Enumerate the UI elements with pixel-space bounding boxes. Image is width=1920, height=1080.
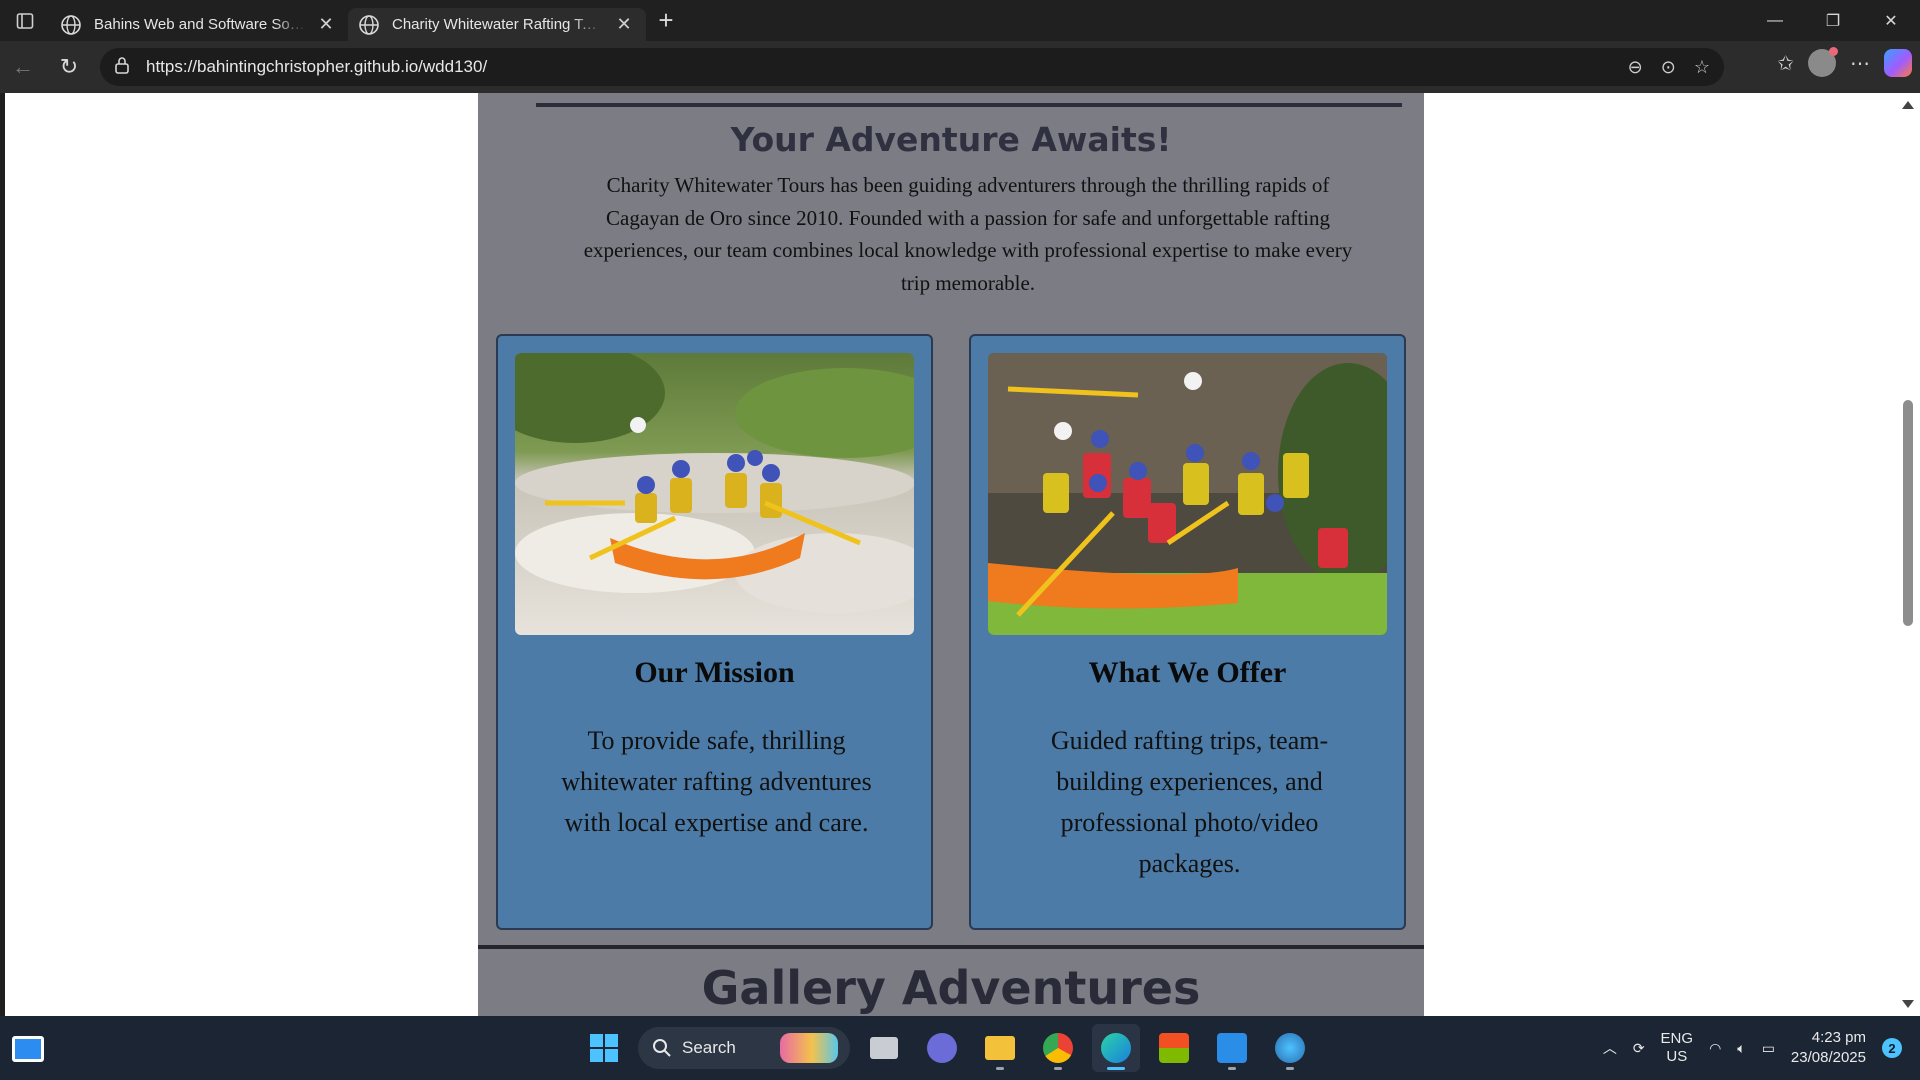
clock[interactable]: 4:23 pm 23/08/2025 <box>1791 1028 1866 1068</box>
back-arrow-icon[interactable]: ← <box>0 47 46 87</box>
tab-title: Bahins Web and Software Solutions <box>94 16 306 33</box>
card-mission: Our Mission To provide safe, thrilling w… <box>496 334 933 930</box>
language-indicator[interactable]: ENG US <box>1661 1030 1694 1066</box>
close-icon[interactable]: ✕ <box>314 13 338 37</box>
battery-icon[interactable]: ▭ <box>1762 1040 1775 1057</box>
tab-title: Charity Whitewater Rafting Tours <box>392 16 604 33</box>
microsoft-store-icon[interactable] <box>1150 1024 1198 1072</box>
search-highlight-icon <box>780 1033 838 1063</box>
wifi-icon[interactable]: ◠ <box>1709 1040 1721 1057</box>
profile-avatar[interactable] <box>1808 47 1838 77</box>
meet-chat-icon[interactable] <box>918 1024 966 1072</box>
page-scrollbar[interactable] <box>1896 93 1920 1016</box>
sync-icon[interactable]: ⟳ <box>1633 1040 1645 1057</box>
url-text[interactable]: https://bahintingchristopher.github.io/w… <box>146 57 1628 77</box>
new-tab-button[interactable]: + <box>646 0 686 41</box>
taskbar-search[interactable]: Search <box>638 1027 850 1069</box>
minimize-icon[interactable]: — <box>1746 0 1804 41</box>
globe-icon <box>61 14 81 35</box>
widgets-icon[interactable] <box>12 1036 44 1062</box>
card-title: Our Mission <box>634 656 795 689</box>
file-explorer-icon[interactable] <box>976 1024 1024 1072</box>
section-title: Your Adventure Awaits! <box>730 120 1172 159</box>
vscode-icon[interactable] <box>1208 1024 1256 1072</box>
card-offer: What We Offer Guided rafting trips, team… <box>969 334 1406 930</box>
divider <box>478 945 1424 949</box>
divider <box>536 103 1402 107</box>
reload-icon[interactable]: ↻ <box>46 47 92 87</box>
card-title: What We Offer <box>1088 656 1287 689</box>
tab-charity-whitewater[interactable]: Charity Whitewater Rafting Tours ✕ <box>348 8 646 41</box>
page-viewport: Your Adventure Awaits! Charity Whitewate… <box>5 93 1896 1016</box>
scroll-down-arrow-icon[interactable] <box>1902 1000 1914 1008</box>
chrome-icon[interactable] <box>1034 1024 1082 1072</box>
reading-view-icon[interactable]: ⊙ <box>1661 57 1676 78</box>
edge-icon[interactable] <box>1092 1024 1140 1072</box>
windows-taskbar: Search ︿ ⟳ ENG US ◠ 🔈︎ ▭ 4:23 pm 23/08/2… <box>0 1016 1920 1080</box>
globe-icon <box>359 14 379 35</box>
card-text: To provide safe, thrilling whitewater ra… <box>561 726 872 837</box>
globe-app-icon[interactable] <box>1266 1024 1314 1072</box>
url-bar[interactable]: https://bahintingchristopher.github.io/w… <box>100 48 1724 86</box>
close-window-icon[interactable]: ✕ <box>1862 0 1920 41</box>
content-container: Your Adventure Awaits! Charity Whitewate… <box>478 93 1424 1016</box>
rafting-photo <box>515 353 914 635</box>
scroll-thumb[interactable] <box>1903 400 1913 626</box>
intro-paragraph: Charity Whitewater Tours has been guidin… <box>583 173 1353 295</box>
browser-address-bar: ← ↻ https://bahintingchristopher.github.… <box>0 41 1920 93</box>
lock-icon[interactable] <box>114 56 134 79</box>
gallery-section-title: Gallery Adventures <box>701 961 1201 1015</box>
team-photo <box>988 353 1387 635</box>
search-label: Search <box>682 1038 736 1057</box>
scroll-up-arrow-icon[interactable] <box>1902 101 1914 109</box>
favorites-icon[interactable]: ✩ <box>1777 51 1794 76</box>
tab-actions-icon[interactable] <box>0 0 50 41</box>
copilot-icon[interactable] <box>1884 49 1912 77</box>
notification-badge[interactable]: 2 <box>1882 1038 1902 1058</box>
browser-tab-bar: Bahins Web and Software Solutions ✕ Char… <box>0 0 1920 41</box>
start-windows-icon[interactable] <box>580 1024 628 1072</box>
close-icon[interactable]: ✕ <box>612 13 636 37</box>
zoom-out-icon[interactable]: ⊖ <box>1628 57 1643 78</box>
window-controls: — ❐ ✕ <box>1746 0 1920 41</box>
tab-bahins[interactable]: Bahins Web and Software Solutions ✕ <box>50 8 348 41</box>
task-view-icon[interactable] <box>860 1024 908 1072</box>
volume-icon[interactable]: 🔈︎ <box>1737 1040 1745 1057</box>
restore-icon[interactable]: ❐ <box>1804 0 1862 41</box>
card-text: Guided rafting trips, team-building expe… <box>1050 726 1329 878</box>
more-menu-icon[interactable]: ⋯ <box>1850 51 1870 76</box>
favorite-star-icon[interactable]: ☆ <box>1694 57 1710 78</box>
chevron-up-icon[interactable]: ︿ <box>1603 1038 1617 1058</box>
system-tray: ︿ ⟳ ENG US ◠ 🔈︎ ▭ 4:23 pm 23/08/2025 2 <box>1603 1016 1902 1080</box>
search-icon <box>653 1039 671 1057</box>
